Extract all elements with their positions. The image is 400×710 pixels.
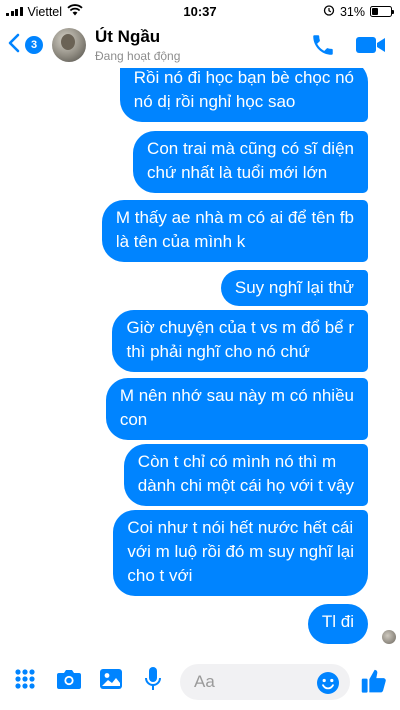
video-camera-icon [355,37,387,60]
message-bubble[interactable]: Con trai mà cũng có sĩ diện chứ nhất là … [133,131,368,193]
message-bubble[interactable]: Giờ chuyện của t vs m đổ bể r thì phải n… [112,310,368,372]
message-bubble[interactable]: M nên nhớ sau này m có nhiều con [105,378,368,440]
contact-name[interactable]: Út Ngầu [95,27,160,47]
status-bar: Viettel 10:37 31% [0,0,400,22]
like-button[interactable] [360,667,388,695]
apps-button[interactable] [12,668,38,694]
status-right: 31% [323,4,394,19]
message-bubble[interactable]: Rồi nó đi học bạn bè chọc nó nó dị rồi n… [119,68,368,122]
photo-icon [99,668,123,695]
message-bubble[interactable]: Tl đi [307,604,368,644]
message-bubble[interactable]: Còn t chỉ có mình nó thì m dành chi một … [123,444,368,506]
microphone-icon [144,666,162,697]
battery-icon [370,6,394,17]
thumbs-up-icon [360,669,388,699]
conversation-header: 3 Út Ngầu Đang hoạt động [0,22,400,68]
message-bubble[interactable]: Coi như t nói hết nước hết cái với m luộ… [113,510,368,596]
back-chevron-icon [8,33,20,58]
composer-bar [0,654,400,710]
battery-percent: 31% [339,4,365,19]
phone-icon [310,35,336,62]
contact-status: Đang hoạt động [95,49,181,63]
seen-avatar [382,630,396,644]
alarm-icon [323,4,335,19]
emoji-button[interactable] [316,671,340,695]
message-bubble[interactable]: Suy nghĩ lại thử [220,270,368,306]
emoji-icon [316,672,340,699]
message-bubble[interactable]: M thấy ae nhà m có ai để tên fb là tên c… [101,200,368,262]
microphone-button[interactable] [140,666,166,697]
camera-button[interactable] [56,668,82,694]
camera-icon [56,668,82,695]
contact-avatar[interactable] [52,28,86,62]
photo-button[interactable] [98,668,124,694]
apps-grid-icon [14,668,36,695]
video-call-button[interactable] [355,34,387,56]
back-button[interactable]: 3 [8,32,48,58]
message-list[interactable]: Rồi nó đi học bạn bè chọc nó nó dị rồi n… [0,68,400,654]
voice-call-button[interactable] [310,32,336,58]
unread-badge: 3 [25,36,43,54]
battery-level [372,8,378,15]
